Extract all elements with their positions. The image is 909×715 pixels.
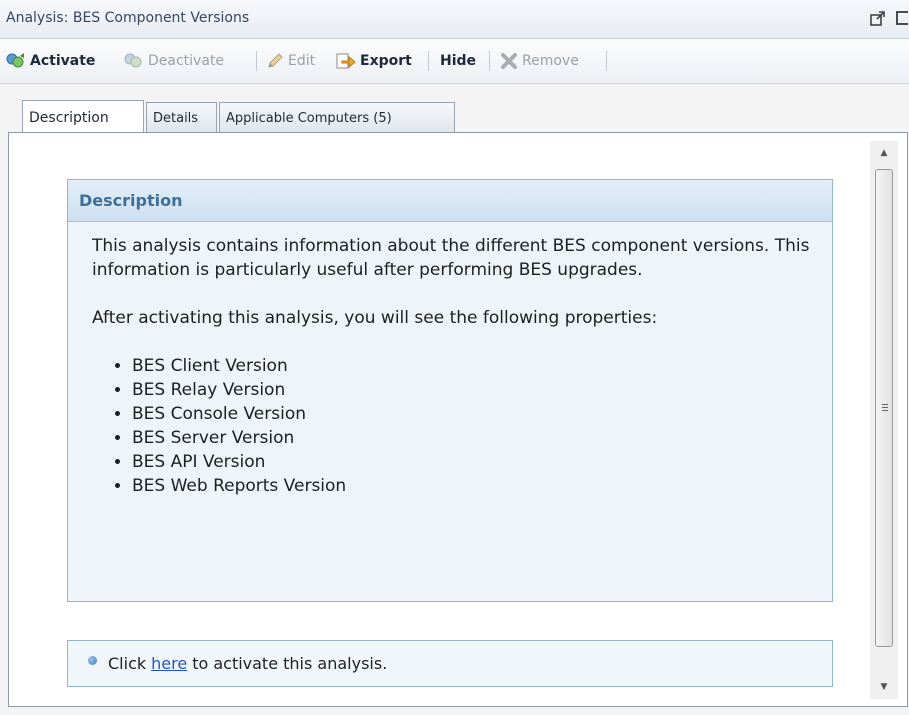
list-item: BES Relay Version <box>132 378 812 402</box>
toolbar-separator <box>428 51 429 71</box>
deactivate-label: Deactivate <box>148 53 225 69</box>
maximize-icon[interactable] <box>896 11 908 25</box>
hide-label: Hide <box>440 53 477 69</box>
activate-link[interactable]: here <box>151 654 187 673</box>
tab-applicable-computers[interactable]: Applicable Computers (5) <box>219 102 455 132</box>
description-paragraph: This analysis contains information about… <box>92 236 810 280</box>
tab-description[interactable]: Description <box>22 100 144 132</box>
description-body: This analysis contains information about… <box>92 234 812 498</box>
toolbar-separator <box>606 51 607 71</box>
tab-description-label: Description <box>29 110 109 126</box>
activate-button[interactable]: Activate <box>6 49 95 73</box>
action-line: Click here to activate this analysis. <box>88 654 387 673</box>
action-panel: Click here to activate this analysis. <box>67 640 833 687</box>
tab-details-label: Details <box>153 111 199 126</box>
scrollbar-thumb[interactable] <box>875 169 893 647</box>
scroll-down-arrow-icon[interactable]: ▼ <box>870 675 898 699</box>
remove-x-icon <box>500 52 518 70</box>
pencil-icon <box>266 52 284 70</box>
export-label: Export <box>360 53 412 69</box>
list-item: BES API Version <box>132 450 812 474</box>
title-bar: Analysis: BES Component Versions <box>0 0 909 39</box>
tab-details[interactable]: Details <box>146 102 217 132</box>
toolbar-separator <box>489 51 490 71</box>
window-title: Analysis: BES Component Versions <box>6 10 250 26</box>
export-button[interactable]: Export <box>336 49 412 73</box>
activate-icon <box>6 52 26 70</box>
hide-button[interactable]: Hide <box>440 49 476 73</box>
list-item: BES Server Version <box>132 426 812 450</box>
action-suffix: to activate this analysis. <box>192 654 388 673</box>
toolbar: Activate Deactivate Edit Export Hide Rem… <box>0 39 909 84</box>
undock-icon[interactable] <box>870 11 886 26</box>
bullet-icon <box>88 656 97 665</box>
remove-button[interactable]: Remove <box>500 49 579 73</box>
property-list: BES Client Version BES Relay Version BES… <box>92 354 812 498</box>
activate-label: Activate <box>30 53 96 69</box>
deactivate-button[interactable]: Deactivate <box>124 49 224 73</box>
toolbar-separator <box>256 51 257 71</box>
scrollbar-grip-icon <box>882 404 888 412</box>
vertical-scrollbar[interactable]: ▲ ▼ <box>870 141 898 699</box>
edit-label: Edit <box>288 53 316 69</box>
scroll-up-arrow-icon[interactable]: ▲ <box>870 141 898 165</box>
description-header: Description <box>68 180 832 222</box>
deactivate-icon <box>124 52 144 70</box>
analysis-window: Analysis: BES Component Versions Activat… <box>0 0 909 715</box>
description-heading: Description <box>79 191 183 210</box>
list-item: BES Client Version <box>132 354 812 378</box>
action-prefix: Click <box>108 654 147 673</box>
edit-button[interactable]: Edit <box>266 49 315 73</box>
list-item: BES Web Reports Version <box>132 474 812 498</box>
export-icon <box>336 52 356 70</box>
tab-applicable-computers-label: Applicable Computers (5) <box>226 111 392 126</box>
description-panel: Description This analysis contains infor… <box>67 179 833 602</box>
remove-label: Remove <box>522 53 579 69</box>
description-paragraph: After activating this analysis, you will… <box>92 308 658 328</box>
list-item: BES Console Version <box>132 402 812 426</box>
